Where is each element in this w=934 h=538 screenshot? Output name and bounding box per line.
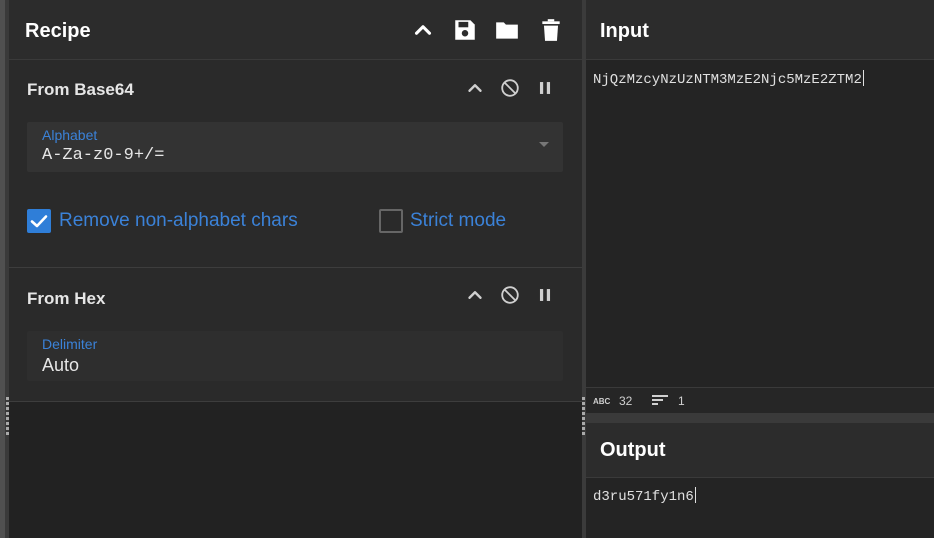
dropdown-caret-icon bbox=[539, 142, 549, 147]
disable-icon[interactable] bbox=[499, 77, 521, 99]
recipe-header: Recipe bbox=[9, 0, 582, 60]
alphabet-label: Alphabet bbox=[42, 127, 98, 143]
left-edge-strip bbox=[0, 0, 5, 538]
text-cursor bbox=[862, 70, 864, 86]
input-status-bar: ABC 32 1 bbox=[586, 387, 934, 413]
disable-icon[interactable] bbox=[499, 284, 521, 306]
pause-icon[interactable] bbox=[534, 284, 556, 306]
left-edge bbox=[0, 0, 9, 538]
save-icon[interactable] bbox=[452, 17, 478, 43]
char-count: 32 bbox=[619, 394, 633, 408]
line-count: 1 bbox=[678, 394, 685, 408]
resize-handle-middle[interactable] bbox=[582, 397, 585, 437]
text-cursor bbox=[694, 487, 696, 503]
remove-non-alphabet-label[interactable]: Remove non-alphabet chars bbox=[59, 210, 298, 232]
remove-non-alphabet-checkbox[interactable] bbox=[27, 209, 51, 233]
io-panel: Input NjQzMzcyNzUzNTM3MzE2Njc5MzE2ZTM2 A… bbox=[586, 0, 934, 538]
output-title: Output bbox=[600, 439, 666, 461]
input-text: NjQzMzcyNzUzNTM3MzE2Njc5MzE2ZTM2 bbox=[593, 72, 862, 88]
io-divider[interactable] bbox=[586, 413, 934, 423]
operation-title: From Base64 bbox=[27, 80, 134, 99]
operation-title: From Hex bbox=[27, 289, 106, 308]
input-header: Input bbox=[586, 0, 934, 60]
recipe-panel: Recipe From Base64 Alphabet A-Za-z0-9+/= bbox=[6, 0, 582, 538]
pause-icon[interactable] bbox=[534, 77, 556, 99]
input-textarea[interactable]: NjQzMzcyNzUzNTM3MzE2Njc5MzE2ZTM2 bbox=[593, 70, 864, 88]
input-title: Input bbox=[600, 20, 649, 42]
delimiter-input[interactable]: Delimiter Auto bbox=[27, 331, 563, 381]
output-text: d3ru571fy1n6 bbox=[593, 489, 694, 505]
operation-from-hex: From Hex Delimiter Auto bbox=[9, 268, 582, 402]
resize-handle-left[interactable] bbox=[6, 397, 9, 437]
output-textarea[interactable]: d3ru571fy1n6 bbox=[593, 487, 696, 505]
char-count-icon: ABC bbox=[593, 397, 611, 406]
line-count-icon bbox=[652, 393, 668, 410]
alphabet-value: A-Za-z0-9+/= bbox=[42, 146, 165, 165]
delimiter-label: Delimiter bbox=[42, 336, 98, 352]
trash-icon[interactable] bbox=[538, 17, 564, 43]
strict-mode-label[interactable]: Strict mode bbox=[410, 210, 506, 232]
collapse-chevron-up-icon[interactable] bbox=[464, 77, 486, 99]
collapse-chevron-up-icon[interactable] bbox=[464, 284, 486, 306]
alphabet-select[interactable]: Alphabet A-Za-z0-9+/= bbox=[27, 122, 563, 172]
strict-mode-checkbox[interactable] bbox=[379, 209, 403, 233]
delimiter-value: Auto bbox=[42, 355, 80, 375]
folder-icon[interactable] bbox=[494, 17, 520, 43]
output-header: Output bbox=[586, 423, 934, 478]
operation-from-base64: From Base64 Alphabet A-Za-z0-9+/= bbox=[9, 60, 582, 268]
recipe-title: Recipe bbox=[25, 20, 91, 42]
chevron-up-icon[interactable] bbox=[410, 17, 436, 43]
